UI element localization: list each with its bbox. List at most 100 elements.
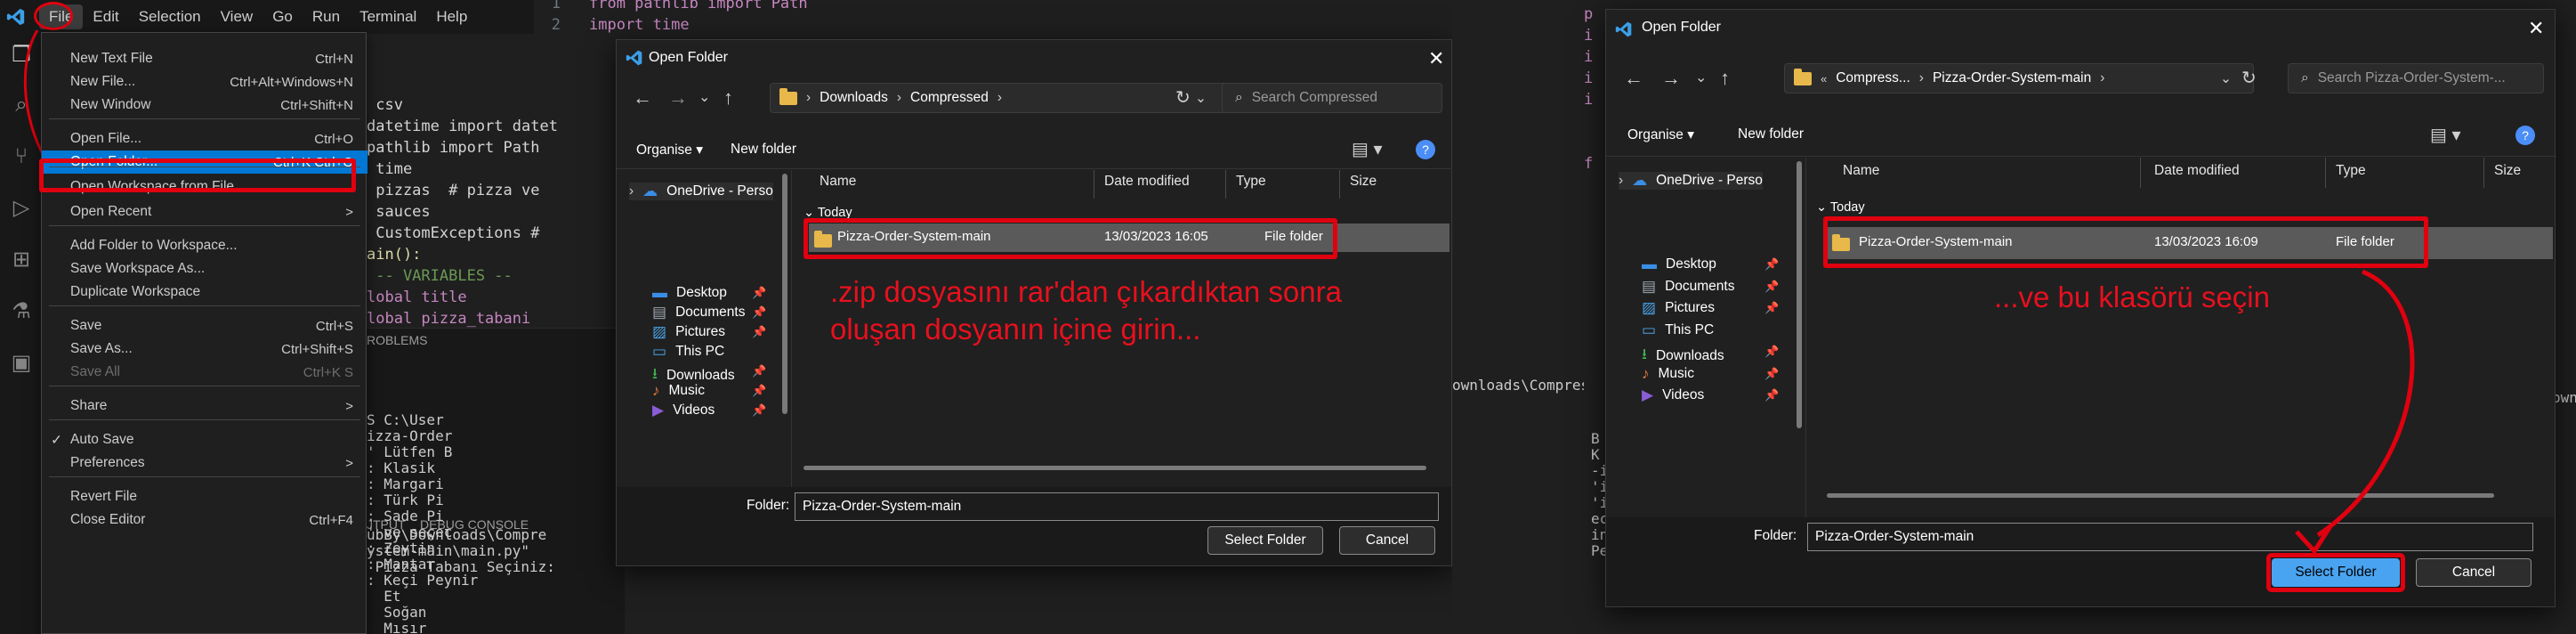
help-icon[interactable]: ?	[1416, 140, 1435, 159]
testing-icon[interactable]: ⚗	[9, 299, 34, 324]
menu-item-save-workspace-as[interactable]: Save Workspace As...	[42, 257, 367, 280]
pin-icon[interactable]: 📌	[752, 403, 766, 418]
group-header-today[interactable]: ⌄ Today	[1816, 200, 1865, 215]
recent-chevron-icon[interactable]: ⌄	[1695, 69, 1707, 86]
menu-item-revert-file[interactable]: Revert File	[42, 485, 367, 508]
pin-icon[interactable]: 📌	[1764, 257, 1779, 272]
nav-item-onedrive-perso[interactable]: › ☁ OneDrive - Perso	[1619, 172, 1763, 190]
cancel-button[interactable]: Cancel	[2416, 558, 2532, 587]
menu-run[interactable]: Run	[303, 4, 350, 29]
pin-icon[interactable]: 📌	[752, 286, 766, 300]
cancel-button[interactable]: Cancel	[1339, 526, 1435, 555]
search-input[interactable]: ⌕ Search Compressed	[1222, 83, 1442, 113]
vscode-logo-icon	[1615, 21, 1632, 37]
pin-icon[interactable]: 📌	[1764, 345, 1779, 359]
pin-icon[interactable]: 📌	[752, 364, 766, 378]
menu-item-duplicate-workspace[interactable]: Duplicate Workspace	[42, 280, 367, 304]
refresh-icon[interactable]: ↻	[2241, 67, 2257, 89]
recent-chevron-icon[interactable]: ⌄	[699, 88, 710, 106]
column-name[interactable]: Name	[1843, 163, 1879, 179]
breadcrumb-compressed[interactable]: Compressed	[910, 90, 989, 106]
menu-go[interactable]: Go	[262, 4, 303, 29]
nav-item-pictures[interactable]: ▨ Pictures	[652, 323, 725, 341]
menu-item-new-window[interactable]: New Window Ctrl+Shift+N	[42, 93, 367, 117]
back-arrow-icon[interactable]: ←	[1624, 67, 1643, 90]
pin-icon[interactable]: 📌	[752, 305, 766, 320]
view-options-icon[interactable]: ▤ ▾	[2430, 124, 2461, 146]
menu-item-save-as[interactable]: Save As... Ctrl+Shift+S	[42, 337, 367, 361]
menu-item-save[interactable]: Save Ctrl+S	[42, 314, 367, 337]
up-arrow-icon[interactable]: ↑	[1720, 67, 1730, 90]
menu-item-auto-save[interactable]: Auto Save ✓	[42, 428, 367, 451]
organise-menu[interactable]: Organise ▾	[1627, 126, 1694, 143]
nav-item-this-pc[interactable]: ▭ This PC	[652, 343, 724, 361]
nav-item-music[interactable]: ♪ Music	[652, 382, 705, 400]
menu-item-add-folder-to-workspace[interactable]: Add Folder to Workspace...	[42, 234, 367, 257]
nav-item-documents[interactable]: ▤ Documents	[652, 304, 745, 321]
chevron-right-icon[interactable]: ›	[629, 183, 634, 199]
pin-icon[interactable]: 📌	[1764, 388, 1779, 402]
remote-explorer-icon[interactable]: ▣	[9, 351, 34, 376]
tab-problems[interactable]: ROBLEMS	[367, 333, 427, 347]
up-arrow-icon[interactable]: ↑	[723, 86, 733, 110]
help-icon[interactable]: ?	[2515, 126, 2535, 145]
column-size[interactable]: Size	[1350, 174, 1377, 190]
new-folder-button[interactable]: New folder	[1738, 126, 1804, 142]
breadcrumb-project[interactable]: Pizza-Order-System-main	[1933, 70, 2091, 86]
column-date-modified[interactable]: Date modified	[1104, 174, 1190, 190]
chevron-down-icon[interactable]: ⌄	[2220, 70, 2232, 87]
breadcrumb-downloads[interactable]: Downloads	[820, 90, 888, 106]
menu-item-save-all[interactable]: Save All Ctrl+K S	[42, 361, 367, 384]
nav-item-videos[interactable]: ▶ Videos	[1642, 386, 1704, 404]
run-debug-icon[interactable]: ▷	[9, 196, 34, 221]
pin-icon[interactable]: 📌	[1764, 280, 1779, 294]
menu-item-open-recent[interactable]: Open Recent >	[42, 200, 367, 224]
pin-icon[interactable]: 📌	[1764, 301, 1779, 315]
nav-item-this-pc[interactable]: ▭ This PC	[1642, 321, 1714, 339]
menu-selection[interactable]: Selection	[129, 4, 211, 29]
menu-item-new-file[interactable]: New File... Ctrl+Alt+Windows+N	[42, 70, 367, 93]
menu-item-share[interactable]: Share >	[42, 394, 367, 418]
view-options-icon[interactable]: ▤ ▾	[1352, 138, 1383, 160]
chevron-down-icon[interactable]: ⌄	[1195, 90, 1207, 107]
extensions-icon[interactable]: ⊞	[9, 248, 34, 272]
nav-item-videos[interactable]: ▶ Videos	[652, 402, 715, 419]
menu-item-preferences[interactable]: Preferences >	[42, 451, 367, 475]
column-date-modified[interactable]: Date modified	[2154, 163, 2240, 179]
column-type[interactable]: Type	[2336, 163, 2366, 179]
back-arrow-icon[interactable]: ←	[633, 86, 652, 110]
nav-item-music[interactable]: ♪ Music	[1642, 365, 1694, 383]
menu-item-new-text-file[interactable]: New Text File Ctrl+N	[42, 47, 367, 70]
search-input[interactable]: ⌕ Search Pizza-Order-System-...	[2288, 63, 2544, 93]
nav-item-onedrive-perso[interactable]: › ☁ OneDrive - Perso	[629, 183, 773, 200]
menu-terminal[interactable]: Terminal	[350, 4, 426, 29]
address-bar[interactable]: › Downloads › Compressed › ⌄	[770, 83, 1232, 113]
column-name[interactable]: Name	[820, 174, 856, 190]
pin-icon[interactable]: 📌	[1764, 367, 1779, 381]
menu-view[interactable]: View	[211, 4, 263, 29]
nav-item-desktop[interactable]: ▬ Desktop	[1642, 256, 1716, 273]
select-folder-button[interactable]: Select Folder	[1207, 526, 1323, 555]
close-icon[interactable]: ✕	[2528, 17, 2544, 40]
organise-menu[interactable]: Organise ▾	[636, 142, 703, 158]
new-folder-button[interactable]: New folder	[731, 142, 796, 158]
breadcrumb-compressed[interactable]: Compress...	[1836, 70, 1910, 86]
folder-name-input[interactable]: Pizza-Order-System-main	[795, 492, 1439, 521]
menu-item-open-file[interactable]: Open File... Ctrl+O	[42, 127, 367, 150]
address-bar[interactable]: « Compress... › Pizza-Order-System-main …	[1784, 63, 2254, 93]
pin-icon[interactable]: 📌	[752, 384, 766, 398]
nav-item-pictures[interactable]: ▨ Pictures	[1642, 299, 1715, 317]
column-type[interactable]: Type	[1236, 174, 1266, 190]
close-icon[interactable]: ✕	[1428, 47, 1444, 70]
column-size[interactable]: Size	[2494, 163, 2521, 179]
chevron-right-icon[interactable]: ›	[1619, 173, 1623, 189]
nav-item-documents[interactable]: ▤ Documents	[1642, 278, 1734, 296]
nav-item-desktop[interactable]: ▬ Desktop	[652, 284, 727, 302]
forward-arrow-icon[interactable]: →	[668, 86, 688, 110]
menu-item-close-editor[interactable]: Close Editor Ctrl+F4	[42, 508, 367, 532]
refresh-icon[interactable]: ↻	[1175, 86, 1191, 109]
forward-arrow-icon[interactable]: →	[1661, 67, 1681, 90]
menu-help[interactable]: Help	[426, 4, 477, 29]
menu-edit[interactable]: Edit	[83, 4, 128, 29]
pin-icon[interactable]: 📌	[752, 325, 766, 339]
